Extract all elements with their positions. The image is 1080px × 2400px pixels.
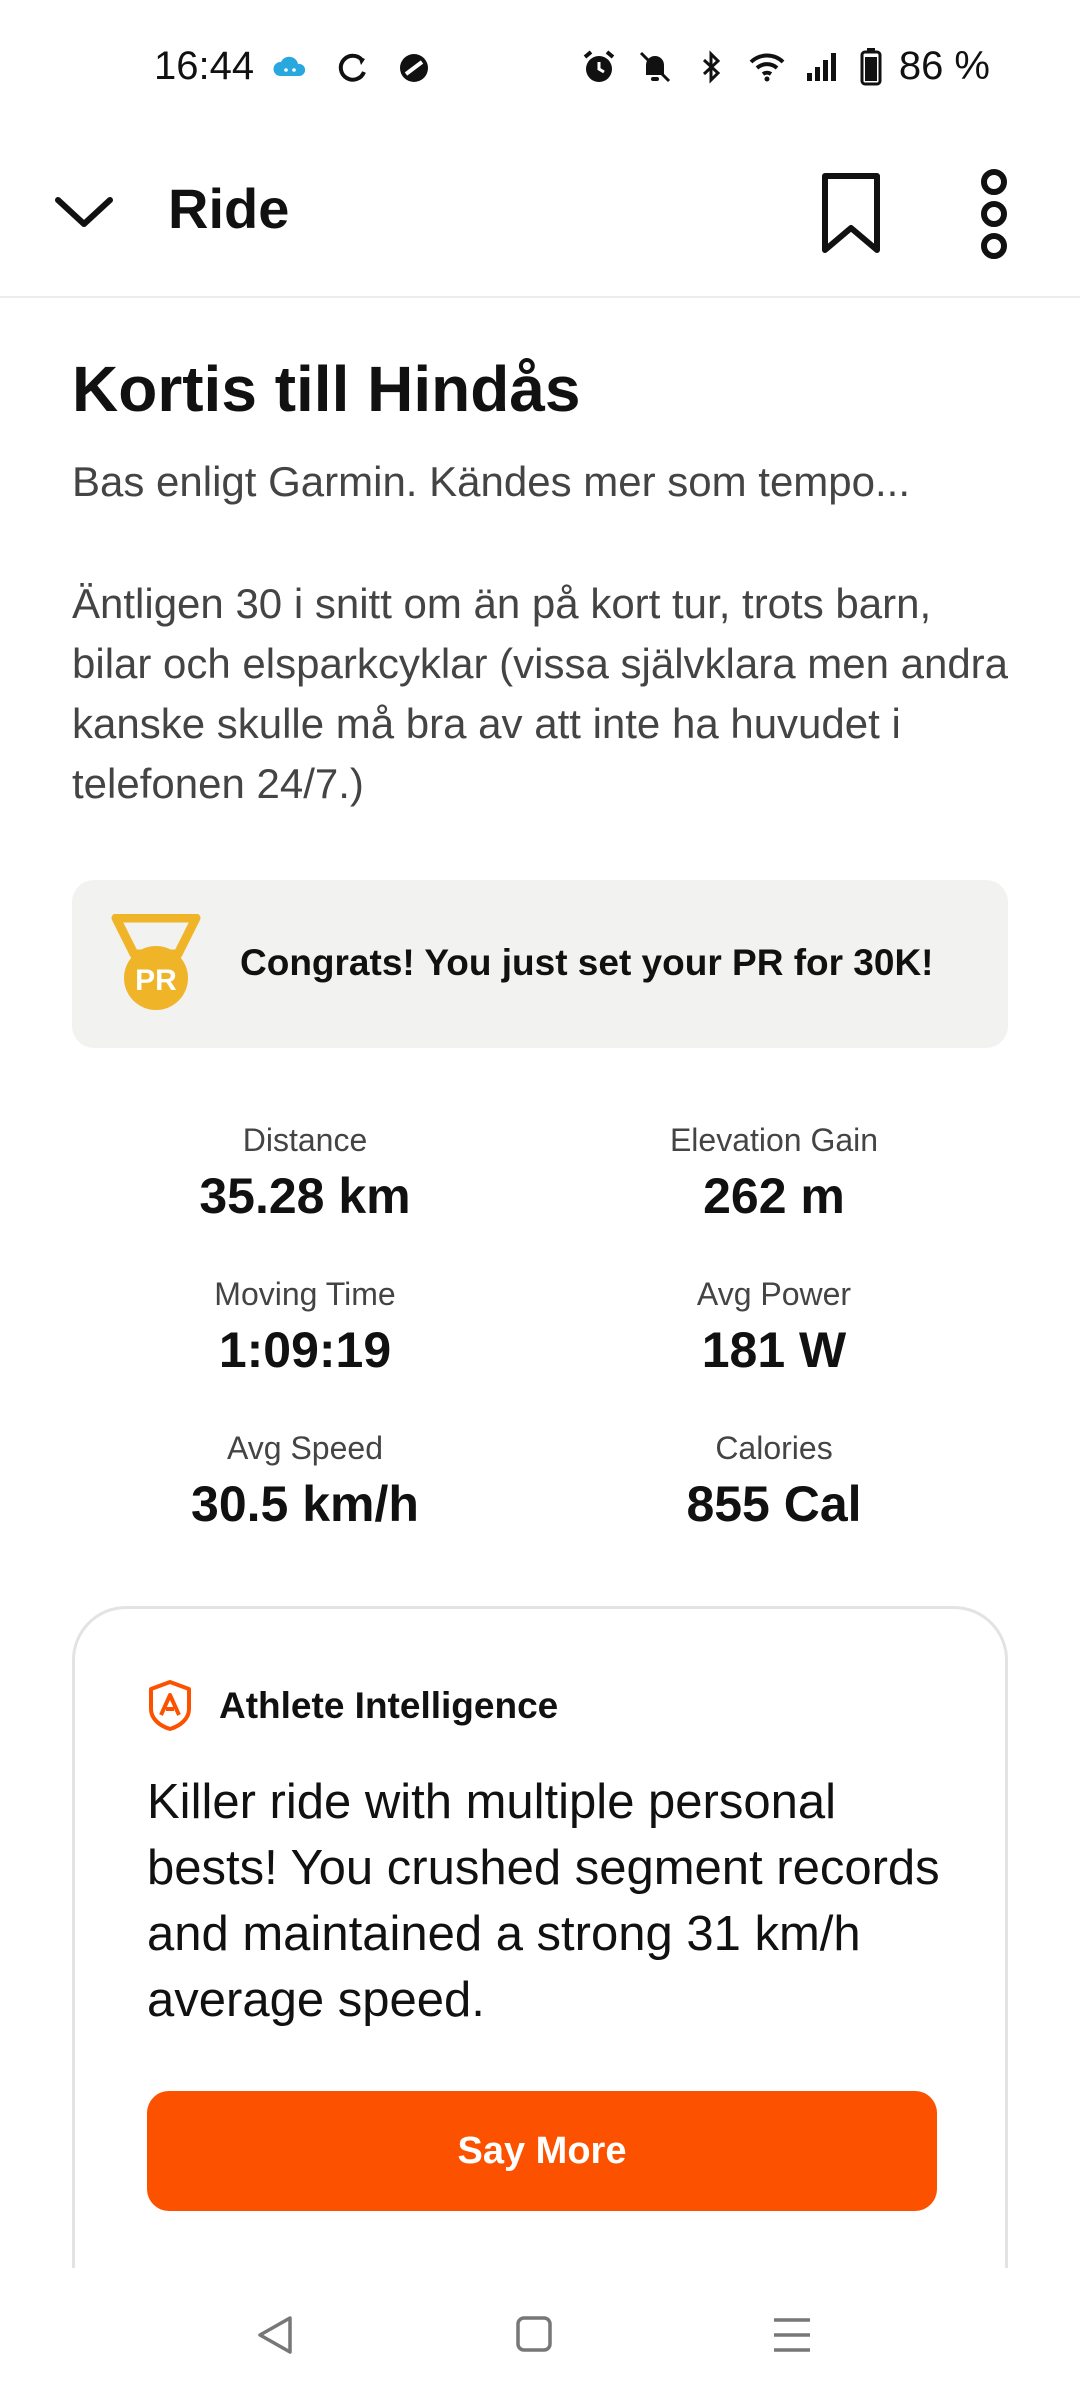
signal-icon [806, 52, 836, 81]
status-right-icons: 86 % [579, 44, 990, 89]
menu-lines-icon[interactable] [762, 2310, 822, 2360]
stat-label: Moving Time [214, 1276, 396, 1312]
bookmark-icon[interactable] [815, 170, 887, 256]
stat-value: 35.28 km [199, 1168, 411, 1224]
stat-avg-power: Avg Power 181 W [554, 1276, 994, 1379]
stat-value: 262 m [703, 1168, 845, 1224]
stat-value: 30.5 km/h [191, 1476, 419, 1532]
stat-moving-time: Moving Time 1:09:19 [85, 1276, 525, 1379]
stat-label: Elevation Gain [669, 1122, 879, 1158]
chevron-down-icon[interactable] [48, 176, 120, 248]
stat-label: Avg Speed [227, 1430, 383, 1466]
status-left-icons [270, 48, 434, 88]
back-triangle-icon[interactable] [246, 2310, 306, 2360]
stat-elevation-gain: Elevation Gain 262 m [554, 1122, 994, 1225]
stat-label: Distance [242, 1122, 368, 1158]
athlete-intelligence-icon [149, 1680, 191, 1731]
cloud-icon [273, 56, 306, 76]
stat-value: 855 Cal [686, 1476, 862, 1532]
more-vertical-icon[interactable] [966, 166, 1022, 262]
stat-calories: Calories 855 Cal [554, 1430, 994, 1533]
athlete-intelligence-card: Athlete Intelligence Killer ride with mu… [72, 1606, 1008, 2286]
stat-avg-speed: Avg Speed 30.5 km/h [85, 1430, 525, 1533]
activity-title: Kortis till Hindås [72, 353, 581, 425]
pr-banner[interactable]: PR Congrats! You just set your PR for 30… [72, 880, 1008, 1048]
athlete-intelligence-body: Killer ride with multiple personal bests… [147, 1775, 940, 2027]
pr-medal-icon: PR [111, 914, 201, 1010]
alarm-icon [583, 49, 615, 82]
stat-value: 181 W [701, 1322, 847, 1378]
home-square-icon[interactable] [504, 2310, 564, 2360]
no-entry-icon [400, 54, 428, 82]
athlete-intelligence-heading: Athlete Intelligence [219, 1685, 559, 1726]
stat-value: 1:09:19 [218, 1322, 392, 1378]
status-bar: 16:44 86 % [0, 0, 1080, 140]
activity-description: Äntligen 30 i snitt om än på kort tur, t… [72, 580, 1009, 807]
say-more-button[interactable]: Say More [147, 2091, 937, 2211]
stat-label: Calories [715, 1430, 833, 1466]
bluetooth-icon [702, 49, 720, 84]
page-title: Ride [168, 177, 290, 240]
pr-medal-text: PR [135, 964, 177, 997]
battery-percent: 86 % [898, 44, 990, 88]
battery-icon [860, 47, 882, 85]
top-app-bar: Ride [0, 140, 1080, 298]
bell-off-icon [639, 51, 670, 82]
status-time: 16:44 [154, 44, 255, 88]
stat-label: Avg Power [696, 1276, 852, 1312]
activity-subtitle: Bas enligt Garmin. Kändes mer som tempo.… [72, 458, 911, 505]
sync-icon [338, 53, 366, 82]
system-nav-bar [0, 2268, 1080, 2400]
wifi-icon [749, 53, 785, 81]
pr-banner-text: Congrats! You just set your PR for 30K! [240, 942, 934, 983]
stat-distance: Distance 35.28 km [85, 1122, 525, 1225]
